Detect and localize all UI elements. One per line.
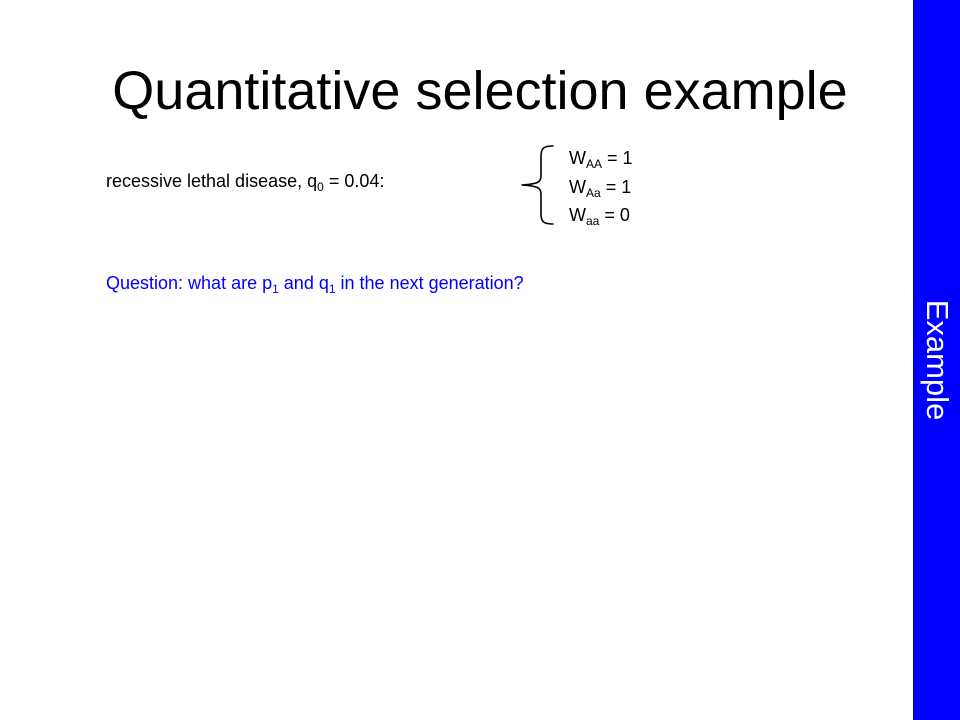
fitness-symbol: W xyxy=(569,176,586,197)
sidebar-label: Example xyxy=(919,299,955,421)
question-part: in the next generation? xyxy=(335,273,524,293)
question-part: and q xyxy=(278,273,329,293)
fitness-row-heterozygote: WAa = 1 xyxy=(569,173,633,202)
fitness-row-aa-dominant: WAA = 1 xyxy=(569,144,633,173)
fitness-value: = 1 xyxy=(602,148,633,168)
problem-statement: recessive lethal disease, q0 = 0.04: xyxy=(106,170,385,194)
problem-subscript: 0 xyxy=(317,180,324,194)
question-text: Question: what are p1 and q1 in the next… xyxy=(106,272,524,296)
slide-title: Quantitative selection example xyxy=(112,61,848,121)
fitness-row-aa-recessive: Waa = 0 xyxy=(569,201,633,230)
fitness-genotype: Aa xyxy=(586,185,601,200)
fitness-symbol: W xyxy=(569,205,586,225)
problem-suffix: = 0.04: xyxy=(323,171,385,191)
curly-brace-icon xyxy=(521,145,554,225)
fitness-list: WAA = 1 WAa = 1 Waa = 0 xyxy=(569,144,633,230)
fitness-value: = 1 xyxy=(600,176,632,197)
section-sidebar: Example xyxy=(913,0,960,720)
question-part: Question: what are p xyxy=(106,273,273,293)
fitness-value: = 0 xyxy=(599,205,630,225)
question-subscript: 1 xyxy=(328,282,336,296)
question-subscript: 1 xyxy=(272,282,279,296)
problem-prefix: recessive lethal disease, q xyxy=(106,171,318,191)
fitness-genotype: AA xyxy=(586,157,603,171)
slide: Quantitative selection example recessive… xyxy=(0,0,960,720)
fitness-genotype: aa xyxy=(586,214,600,228)
fitness-symbol: W xyxy=(569,148,586,168)
